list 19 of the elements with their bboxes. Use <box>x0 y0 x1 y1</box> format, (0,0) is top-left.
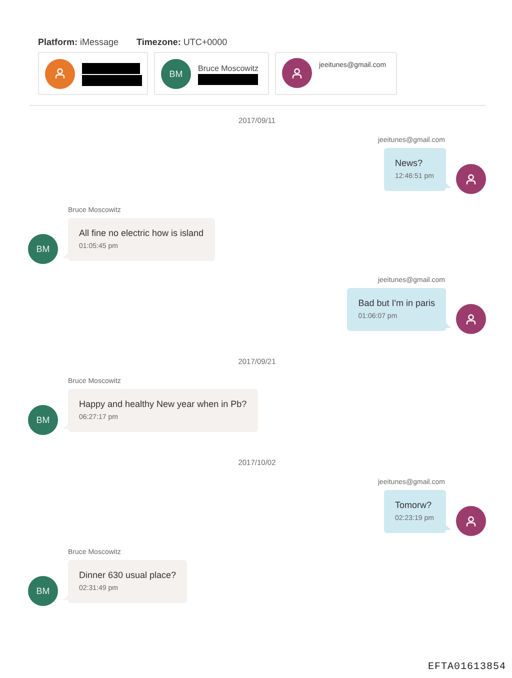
avatar-initials: BM <box>28 234 58 264</box>
avatar-initials: BM <box>28 576 58 606</box>
message-text: Tomorw? <box>395 500 433 510</box>
message-text: All fine no electric how is island <box>79 228 204 238</box>
person-icon <box>466 314 476 324</box>
person-icon <box>466 174 476 184</box>
message-text: Bad but I'm in paris <box>358 298 435 308</box>
person-icon <box>292 68 302 78</box>
person-icon <box>466 516 476 526</box>
meta-field: Platform: iMessage <box>38 37 119 47</box>
avatar-initials: BM <box>28 405 58 435</box>
person-icon <box>55 68 65 79</box>
avatar-initials: BM <box>161 58 191 88</box>
message-text: Happy and healthy New year when in Pb? <box>79 399 247 409</box>
document-id: EFTA01613854 <box>428 662 506 673</box>
participant-name: Bruce Moscowitz <box>198 64 258 72</box>
message-text: Dinner 630 usual place? <box>79 570 176 580</box>
message-text: News? <box>395 158 424 168</box>
meta-field: Timezone: UTC+0000 <box>136 37 228 47</box>
